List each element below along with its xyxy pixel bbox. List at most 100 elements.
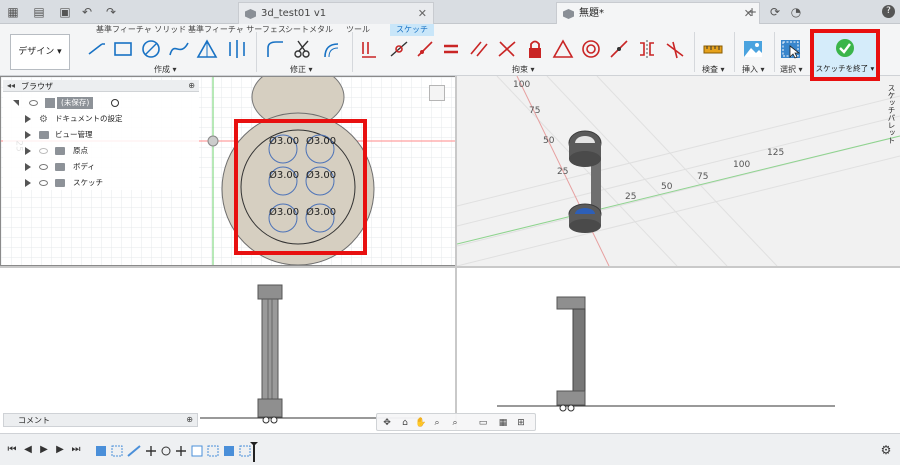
rectangle-tool-icon[interactable] <box>112 36 134 62</box>
file-icon[interactable]: ▤ <box>32 5 46 19</box>
select-group-label[interactable]: 選択 ▾ <box>780 64 803 75</box>
comments-panel[interactable]: コメント ⊕ <box>3 413 198 427</box>
viewport-side[interactable] <box>457 268 900 430</box>
tab-tools[interactable]: ツール <box>346 24 370 36</box>
grid-menu-icon[interactable]: ▦ <box>6 5 20 19</box>
tab-sketch[interactable]: スケッチ <box>390 24 434 36</box>
inspect-group-label[interactable]: 検査 ▾ <box>702 64 725 75</box>
constraints-group-label[interactable]: 拘束 ▾ <box>512 64 535 75</box>
viewport-front[interactable] <box>0 268 456 430</box>
step-forward-icon[interactable]: ▶ <box>54 444 66 456</box>
zoom-window-icon[interactable]: ⌕ <box>431 417 443 429</box>
save-icon[interactable]: ▣ <box>58 5 72 19</box>
collapse-icon[interactable]: ◂◂ <box>7 81 15 90</box>
fillet-tool-icon[interactable] <box>264 36 286 62</box>
expand-icon[interactable] <box>25 179 31 187</box>
go-to-start-icon[interactable]: ⏮ <box>6 444 18 456</box>
visibility-icon[interactable] <box>39 164 48 170</box>
sketch-palette-tab[interactable]: スケッチパレット <box>883 84 897 144</box>
play-icon[interactable]: ▶ <box>38 444 50 456</box>
extensions-icon[interactable]: ⟳ <box>768 5 782 19</box>
viewport-splitter-horizontal[interactable] <box>0 266 900 268</box>
viewports-icon[interactable]: ⊞ <box>515 417 527 429</box>
annotation-highlight-box <box>234 119 367 255</box>
new-tab-icon[interactable]: + <box>745 5 759 19</box>
redo-icon[interactable]: ↷ <box>104 5 118 19</box>
grid-settings-icon[interactable]: ▦ <box>497 417 509 429</box>
browser-header[interactable]: ◂◂ ブラウザ ⊕ <box>3 80 199 92</box>
select-tool-icon[interactable] <box>780 36 802 62</box>
concentric-constraint-icon[interactable] <box>580 36 602 62</box>
expand-icon[interactable] <box>25 115 31 123</box>
equal-constraint-icon[interactable] <box>440 36 462 62</box>
mirror-tool-icon[interactable] <box>226 36 248 62</box>
symmetry-constraint-icon[interactable] <box>636 36 658 62</box>
insert-group-label[interactable]: 挿入 ▾ <box>742 64 765 75</box>
collinear-constraint-icon[interactable] <box>608 36 630 62</box>
step-back-icon[interactable]: ◀ <box>22 444 34 456</box>
go-to-end-icon[interactable]: ⏭ <box>70 444 82 456</box>
tab-surface[interactable]: 基準フィーチャ サーフェス <box>188 24 286 36</box>
browser-item-document-settings[interactable]: ⚙ ドキュメントの設定 <box>25 112 199 126</box>
active-component-icon[interactable] <box>111 99 119 107</box>
settings-gear-icon[interactable]: ⚙ <box>880 444 892 456</box>
add-comment-icon[interactable]: ⊕ <box>186 415 193 424</box>
workspace-switcher-button[interactable]: デザイン ▾ <box>10 34 70 70</box>
insert-image-icon[interactable] <box>742 36 764 62</box>
orbit-icon[interactable]: ✥ <box>381 417 393 429</box>
viewport-isometric[interactable]: 100 75 50 25 25 50 75 100 125 スケッチパレット <box>457 76 900 266</box>
pan-icon[interactable]: ✋ <box>415 417 427 429</box>
viewport-splitter-vertical[interactable] <box>455 76 457 430</box>
circle-tool-icon[interactable] <box>140 36 162 62</box>
comments-label: コメント <box>18 416 50 425</box>
document-tab-1[interactable]: 3d_test01 v1 ✕ <box>238 2 434 24</box>
tab-sheet-metal[interactable]: シートメタル <box>285 24 333 36</box>
pin-icon[interactable]: ⊕ <box>188 81 195 90</box>
expand-icon[interactable] <box>13 100 19 106</box>
perpendicular-constraint-icon[interactable] <box>496 36 518 62</box>
browser-item-sketches[interactable]: スケッチ <box>25 176 199 190</box>
create-group-label[interactable]: 作成 ▾ <box>154 64 177 75</box>
modify-group-label[interactable]: 修正 ▾ <box>290 64 313 75</box>
axis-tick: 75 <box>529 106 541 116</box>
curvature-constraint-icon[interactable] <box>664 36 686 62</box>
parallel-constraint-icon[interactable] <box>468 36 490 62</box>
browser-item-label: (未保存) <box>57 97 94 109</box>
fix-constraint-icon[interactable] <box>524 36 546 62</box>
trim-tool-icon[interactable] <box>292 36 314 62</box>
document-tab-2[interactable]: 無題* ✕ <box>556 2 760 24</box>
browser-item-view-management[interactable]: ビュー管理 <box>25 128 199 142</box>
midpoint-constraint-icon[interactable] <box>552 36 574 62</box>
timeline-features[interactable] <box>94 442 260 462</box>
tab-solid[interactable]: 基準フィーチャ ソリッド <box>96 24 186 36</box>
coincident-constraint-icon[interactable] <box>388 36 410 62</box>
display-settings-icon[interactable]: ▭ <box>477 417 489 429</box>
finish-sketch-label: スケッチを終了 ▾ <box>815 64 875 73</box>
look-at-icon[interactable]: ⌂ <box>399 417 411 429</box>
offset-tool-icon[interactable] <box>322 36 344 62</box>
expand-icon[interactable] <box>25 147 31 155</box>
fit-icon[interactable]: ⌕ <box>449 417 461 429</box>
close-tab-icon[interactable]: ✕ <box>418 3 427 25</box>
browser-item-bodies[interactable]: ボディ <box>25 160 199 174</box>
browser-item-origin[interactable]: 原点 <box>25 144 199 158</box>
tangent-constraint-icon[interactable] <box>414 36 436 62</box>
expand-icon[interactable] <box>25 131 31 139</box>
browser-item-label: スケッチ <box>73 178 103 187</box>
visibility-icon[interactable] <box>39 148 48 154</box>
undo-icon[interactable]: ↶ <box>80 5 94 19</box>
expand-icon[interactable] <box>25 163 31 171</box>
horizontal-vertical-constraint-icon[interactable] <box>358 36 380 62</box>
side-canvas <box>497 296 835 412</box>
polygon-tool-icon[interactable] <box>196 36 218 62</box>
visibility-icon[interactable] <box>39 180 48 186</box>
measure-tool-icon[interactable] <box>702 36 724 62</box>
spline-tool-icon[interactable] <box>168 36 190 62</box>
browser-item-root[interactable]: (未保存) <box>13 96 199 110</box>
help-icon[interactable]: ? <box>882 5 895 18</box>
visibility-icon[interactable] <box>29 100 38 106</box>
job-status-icon[interactable]: ◔ <box>789 5 803 19</box>
line-tool-icon[interactable] <box>86 36 108 62</box>
view-cube-icon[interactable] <box>429 85 445 101</box>
browser-item-label: 原点 <box>73 146 88 155</box>
